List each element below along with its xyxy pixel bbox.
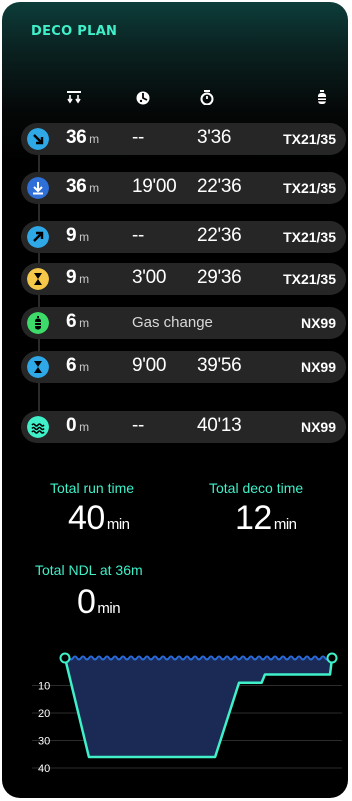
depth-number: 6: [66, 311, 77, 332]
gas-mix: TX21/35: [283, 229, 336, 245]
bottom-icon: [27, 177, 49, 199]
total-ndl-label: Total NDL at 36m: [35, 562, 143, 578]
stopwatch-icon: [136, 91, 150, 105]
plan-row: 36 m 19'00 22'36 TX21/35: [21, 172, 346, 204]
plan-row: 9 m -- 22'36 TX21/35: [21, 221, 346, 253]
stop-time: --: [132, 127, 145, 148]
depth-tick-label: 20: [38, 708, 50, 720]
ascent-icon: [27, 226, 49, 248]
deco-plan-screen: DECO PLAN 36 m -- 3'36 TX21/35 36 m 19'00 22'36 T…: [2, 2, 348, 798]
plan-row: 6 m 9'00 39'56 NX99: [21, 351, 346, 383]
depth-unit: m: [89, 132, 99, 146]
gas-mix: NX99: [300, 315, 336, 331]
depth-tick-label: 40: [38, 763, 50, 775]
gas-mix: TX21/35: [283, 180, 336, 196]
depth-value: 9m: [66, 225, 89, 247]
plan-row: 6 m Gas change NX99: [21, 307, 346, 339]
depth-value: 36 m: [66, 176, 99, 198]
gas-change-icon: [27, 312, 49, 334]
total-run-time-number: 40: [68, 499, 105, 537]
total-ndl-value: 0 min: [77, 583, 121, 622]
depth-number: 0: [66, 415, 77, 436]
run-time: 22'36: [197, 225, 242, 246]
total-deco-time-number: 12: [235, 499, 272, 537]
depth-number: 9: [66, 267, 77, 288]
depth-unit: m: [89, 181, 99, 195]
descent-arrows-icon: [67, 91, 81, 104]
profile-area: [65, 658, 332, 757]
depth-unit: m: [79, 360, 89, 374]
depth-number: 9: [66, 225, 77, 246]
depth-number: 6: [66, 355, 77, 376]
page-title: DECO PLAN: [31, 24, 118, 39]
depth-value: 0m: [66, 415, 89, 437]
surface-waves-icon: [27, 416, 49, 438]
depth-unit: m: [79, 316, 89, 330]
run-time: 22'36: [197, 176, 242, 197]
stop-time: --: [132, 225, 145, 246]
total-ndl-number: 0: [77, 583, 96, 621]
run-time: 40'13: [197, 415, 242, 436]
depth-value: 36 m: [66, 127, 99, 149]
gas-mix: NX99: [300, 359, 336, 375]
plan-row: 36 m -- 3'36 TX21/35: [21, 123, 346, 155]
diver-timer-icon: [200, 90, 214, 105]
stop-time: 3'00: [132, 267, 167, 288]
descent-icon: [27, 128, 49, 150]
gas-cylinder-icon: [318, 90, 326, 104]
stop-time: 19'00: [132, 176, 177, 197]
run-time: 3'36: [197, 127, 232, 148]
stop-time: 9'00: [132, 355, 167, 376]
gas-mix: NX99: [300, 419, 336, 435]
depth-tick-label: 30: [38, 736, 50, 748]
gas-mix: TX21/35: [283, 131, 336, 147]
plan-row: 0 m -- 40'13 NX99: [21, 411, 346, 443]
plan-row: 9 m 3'00 29'36 TX21/35: [21, 263, 346, 295]
deco-stop-hourglass-icon: [27, 268, 49, 290]
total-deco-time-label: Total deco time: [209, 480, 304, 496]
total-run-time-label: Total run time: [50, 480, 135, 496]
dive-profile-chart: 10 20 30 40: [32, 652, 342, 775]
run-time: 29'36: [197, 267, 242, 288]
total-deco-time-value: 12 min: [235, 499, 297, 538]
total-run-time-value: 40 min: [68, 499, 130, 538]
depth-unit: m: [79, 272, 89, 286]
run-time: 39'56: [197, 355, 242, 376]
profile-end-point: [326, 652, 338, 664]
depth-number: 36: [66, 176, 87, 197]
total-deco-time-unit: min: [273, 516, 297, 533]
event-label: Gas change: [132, 314, 213, 331]
depth-value: 6m: [66, 355, 89, 377]
depth-unit: m: [79, 420, 89, 434]
depth-number: 36: [66, 127, 87, 148]
depth-unit: m: [79, 230, 89, 244]
depth-tick-label: 10: [38, 681, 50, 693]
total-ndl-unit: min: [97, 600, 121, 617]
depth-value: 6m: [66, 311, 89, 333]
safety-stop-hourglass-icon: [27, 356, 49, 378]
stop-time: --: [132, 415, 145, 436]
profile-start-point: [59, 652, 71, 664]
total-run-time-unit: min: [106, 516, 130, 533]
gas-mix: TX21/35: [283, 271, 336, 287]
depth-value: 9m: [66, 267, 89, 289]
